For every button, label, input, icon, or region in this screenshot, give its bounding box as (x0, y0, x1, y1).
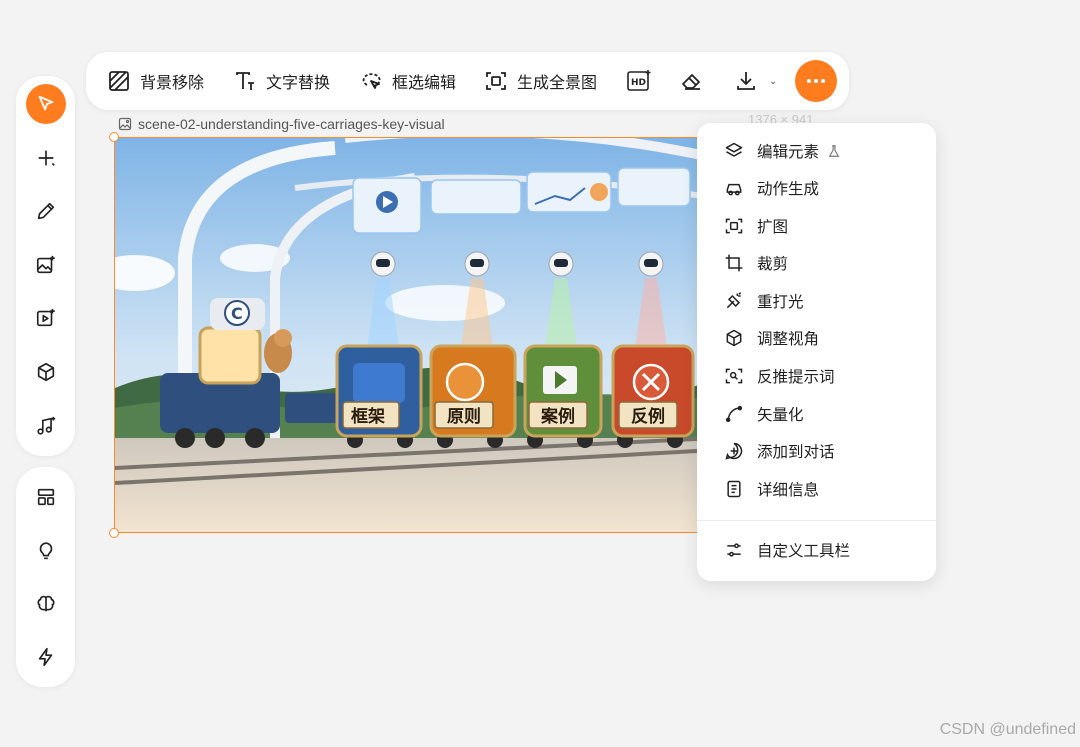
file-name-label: scene-02-understanding-five-carriages-ke… (118, 116, 445, 132)
eraser-icon (679, 68, 705, 94)
menu-item-reverse-prompt[interactable]: 反推提示词 (697, 358, 936, 394)
menu-item-expand-image[interactable]: 扩图 (697, 208, 936, 244)
menu-item-motion-generate[interactable]: 动作生成 (697, 170, 936, 206)
svg-text:HD: HD (631, 78, 646, 88)
layers-icon (723, 140, 745, 162)
pencil-icon (37, 202, 55, 220)
menu-item-label: 编辑元素 (757, 144, 820, 161)
document-info-icon (723, 478, 745, 500)
flask-icon (828, 145, 840, 157)
layout-icon (37, 488, 55, 506)
text-replace-icon (232, 68, 258, 94)
download-button[interactable]: ⌄ (733, 52, 777, 110)
menu-divider (697, 520, 936, 521)
menu-item-label: 调整视角 (757, 331, 820, 348)
crop-icon (723, 252, 745, 274)
panorama-button[interactable]: 生成全景图 (483, 52, 597, 110)
select-edit-button[interactable]: 框选编辑 (358, 52, 456, 110)
cube-icon (37, 362, 55, 382)
canvas-image[interactable]: C 框架 原则 案例 反例 (114, 137, 714, 533)
file-name-text: scene-02-understanding-five-carriages-ke… (138, 116, 445, 132)
menu-item-label: 动作生成 (757, 181, 820, 198)
brain-icon (37, 595, 55, 612)
panorama-label: 生成全景图 (517, 75, 598, 92)
remove-background-icon (106, 68, 132, 94)
car-label-framework: 框架 (351, 406, 385, 427)
car-label-principle: 原则 (447, 406, 481, 427)
video-tool-button[interactable] (26, 298, 66, 338)
menu-item-label: 详细信息 (757, 482, 820, 499)
view-angle-cube-icon (723, 327, 745, 349)
scan-search-icon (723, 365, 745, 387)
flash-button[interactable] (26, 637, 66, 677)
bezier-curve-icon (723, 403, 745, 425)
menu-item-label: 矢量化 (757, 407, 804, 424)
download-icon (733, 68, 759, 94)
menu-item-label: 重打光 (757, 294, 804, 311)
more-button[interactable] (795, 60, 837, 102)
cursor-icon (38, 95, 54, 111)
menu-item-adjust-view[interactable]: 调整视角 (697, 320, 936, 356)
remove-background-label: 背景移除 (140, 75, 205, 92)
scene-illustration: C 框架 原则 案例 反例 (115, 138, 713, 532)
video-plus-icon (36, 308, 55, 327)
image-plus-icon (36, 255, 55, 274)
select-tool-button[interactable] (26, 84, 66, 124)
menu-item-label: 反推提示词 (757, 369, 835, 386)
car-label-case: 案例 (540, 406, 575, 427)
engine-logo-letter: C (231, 304, 243, 323)
menu-item-details[interactable]: 详细信息 (697, 471, 936, 507)
pen-tool-button[interactable] (26, 191, 66, 231)
image-tool-button[interactable] (26, 245, 66, 285)
menu-item-edit-elements[interactable]: 编辑元素 (697, 133, 936, 169)
plus-icon (38, 150, 55, 166)
left-toolbar (16, 76, 75, 456)
menu-item-vectorize[interactable]: 矢量化 (697, 396, 936, 432)
expand-frame-icon (723, 215, 745, 237)
text-replace-button[interactable]: 文字替换 (232, 52, 330, 110)
motion-car-icon (723, 177, 745, 199)
menu-item-label: 扩图 (757, 219, 789, 236)
top-toolbar: 背景移除 文字替换 框选编辑 生成全景图 HD ⌄ (86, 52, 849, 110)
music-note-icon (37, 416, 56, 435)
text-replace-label: 文字替换 (266, 75, 331, 92)
menu-item-relight[interactable]: 重打光 (697, 283, 936, 319)
more-dots-icon (807, 79, 825, 83)
watermark: CSDN @undefined (939, 721, 1076, 738)
music-tool-button[interactable] (26, 406, 66, 446)
panorama-frame-icon (483, 68, 509, 94)
layout-button[interactable] (26, 477, 66, 517)
3d-tool-button[interactable] (26, 352, 66, 392)
menu-item-add-to-chat[interactable]: 添加到对话 (697, 433, 936, 469)
eraser-button[interactable] (679, 52, 713, 110)
lasso-select-icon (358, 68, 384, 94)
relight-icon (723, 290, 745, 312)
remove-background-button[interactable]: 背景移除 (106, 52, 204, 110)
resize-handle-bottom-left[interactable] (109, 528, 119, 538)
add-tool-button[interactable] (26, 138, 66, 178)
sliders-icon (723, 539, 745, 561)
chevron-down-icon[interactable]: ⌄ (769, 76, 777, 87)
menu-item-crop[interactable]: 裁剪 (697, 245, 936, 281)
left-toolbar-secondary (16, 467, 75, 687)
car-label-counterexample: 反例 (631, 406, 665, 427)
menu-item-customize-toolbar[interactable]: 自定义工具栏 (697, 532, 936, 568)
menu-item-label: 裁剪 (757, 256, 789, 273)
select-edit-label: 框选编辑 (392, 75, 457, 92)
resize-handle-top-left[interactable] (109, 132, 119, 142)
add-chat-icon (723, 440, 745, 462)
lightbulb-icon (39, 542, 53, 560)
menu-item-label: 自定义工具栏 (757, 543, 851, 560)
brain-button[interactable] (26, 584, 66, 624)
more-actions-menu: 编辑元素 动作生成 扩图 裁剪 重打光 调整视角 反推提示词 矢量化 添加到对话… (697, 123, 936, 581)
image-file-icon (118, 117, 132, 131)
menu-item-label: 添加到对话 (757, 444, 835, 461)
idea-button[interactable] (26, 531, 66, 571)
lightning-icon (38, 647, 53, 667)
hd-button[interactable]: HD (626, 52, 660, 110)
hd-icon: HD (626, 68, 652, 94)
